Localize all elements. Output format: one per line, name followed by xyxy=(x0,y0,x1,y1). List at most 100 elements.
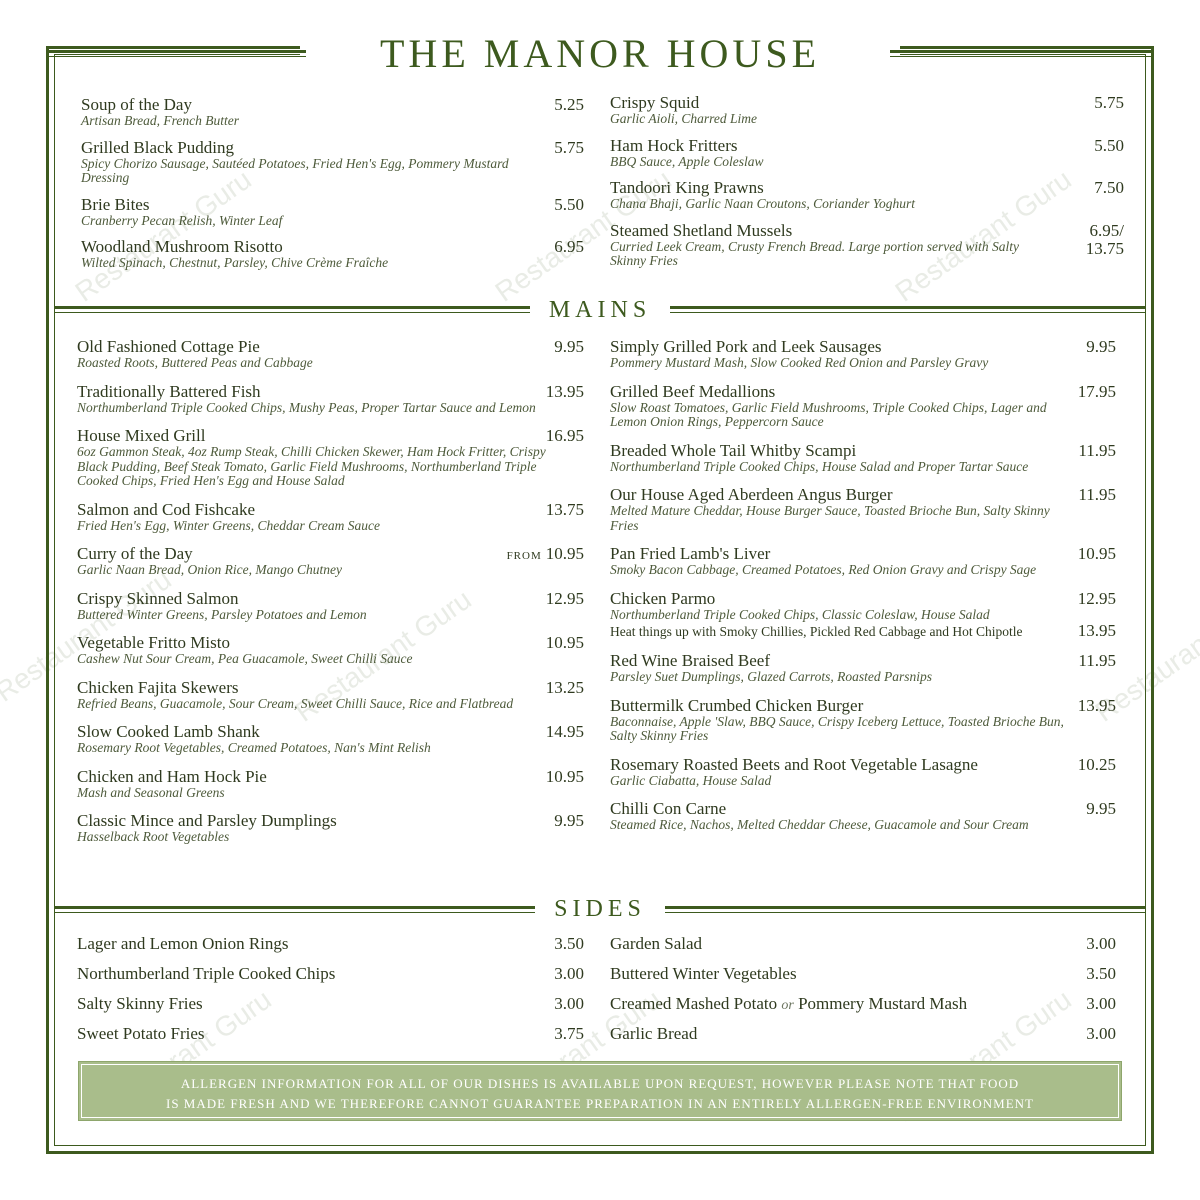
menu-item-description: Curried Leek Cream, Crusty French Bread.… xyxy=(610,238,1019,268)
menu-item: Ham Hock Fritters BBQ Sauce, Apple Colesl… xyxy=(610,135,1124,170)
menu-item: Salmon and Cod Fishcake Fried Hen's Egg, … xyxy=(77,499,584,534)
menu-item-description: Garlic Aioli, Charred Lime xyxy=(610,111,758,126)
side-item-name: Northumberland Triple Cooked Chips xyxy=(77,964,584,984)
side-item: Salty Skinny Fries 3.00 xyxy=(77,994,584,1024)
sides-right-column: Garden Salad 3.00 Buttered Winter Vegetabl… xyxy=(610,934,1116,1054)
price-value: 10.25 xyxy=(1077,754,1116,774)
menu-item-price: 14.95 xyxy=(546,723,584,741)
menu-item: House Mixed Grill 6oz Gammon Steak, 4oz R… xyxy=(77,427,584,489)
menu-item-description: Garlic Ciabatta, House Salad xyxy=(610,772,772,788)
side-item-label: Creamed Mashed Potato xyxy=(610,994,778,1013)
price-value: 7.50 xyxy=(1094,178,1124,197)
menu-item-price: 6.95 xyxy=(554,238,584,256)
menu-item: Brie Bites Cranberry Pecan Relish, Winter… xyxy=(81,194,584,229)
menu-item-price: 7.50 xyxy=(1094,179,1124,197)
side-item-price: 3.00 xyxy=(554,964,584,983)
menu-item-name: Brie Bites xyxy=(81,194,150,214)
menu-item-name: Classic Mince and Parsley Dumplings xyxy=(77,811,337,830)
menu-item-price: 17.95 xyxy=(1077,381,1116,401)
menu-item-price: 5.50 xyxy=(554,195,584,214)
price-value: 5.50 xyxy=(1094,135,1124,155)
menu-item-name: Woodland Mushroom Risotto xyxy=(81,237,283,256)
price-value: 10.95 xyxy=(1077,544,1116,563)
title-rule-right xyxy=(890,50,1154,53)
starters-right-column: Crispy Squid Garlic Aioli, Charred Lime 5.… xyxy=(610,94,1124,279)
menu-item-description: Cashew Nut Sour Cream, Pea Guacamole, Sw… xyxy=(77,651,413,666)
side-item: Garlic Bread 3.00 xyxy=(610,1024,1116,1054)
price-value: 6.95/ 13.75 xyxy=(1085,220,1124,258)
side-item: Garden Salad 3.00 xyxy=(610,934,1116,964)
menu-item-description: Steamed Rice, Nachos, Melted Cheddar Che… xyxy=(610,817,1029,832)
side-item-or: or xyxy=(781,998,794,1013)
sides-heading: SIDES xyxy=(535,894,665,924)
price-value: 17.95 xyxy=(1077,381,1116,401)
menu-item-price: 12.95 xyxy=(1077,588,1116,608)
sides-left-column: Lager and Lemon Onion Rings 3.50 Northumbe… xyxy=(77,934,584,1054)
menu-item-price: 6.95/ 13.75 xyxy=(1080,220,1124,258)
page-title: THE MANOR HOUSE xyxy=(380,31,820,76)
price-value: 14.95 xyxy=(545,722,584,741)
price-value: 5.75 xyxy=(554,137,584,157)
menu-item-price: 5.75 xyxy=(554,137,584,157)
menu-item-price: 9.95 xyxy=(554,812,584,830)
allergen-text: ALLERGEN INFORMATION FOR ALL OF OUR DISH… xyxy=(79,1074,1121,1114)
side-item-name: Garden Salad xyxy=(610,934,1116,954)
menu-item-description: Parsley Suet Dumplings, Glazed Carrots, … xyxy=(610,669,932,684)
allergen-line-2: IS MADE FRESH AND WE THEREFORE CANNOT GU… xyxy=(166,1096,1034,1111)
price-value: 9.95 xyxy=(554,811,584,830)
menu-item-description: 6oz Gammon Steak, 4oz Rump Steak, Chilli… xyxy=(77,444,546,488)
menu-item: Chilli Con Carne Steamed Rice, Nachos, Me… xyxy=(610,800,1116,833)
menu-item-description: Northumberland Triple Cooked Chips, Mush… xyxy=(77,399,536,415)
menu-item-price: 10.95 xyxy=(546,767,584,786)
menu-item-name: Crispy Skinned Salmon xyxy=(77,588,239,608)
menu-item-price: 11.95 xyxy=(1078,486,1116,504)
menu-item-name: Salmon and Cod Fishcake xyxy=(77,499,256,519)
menu-item: Crispy Squid Garlic Aioli, Charred Lime 5.… xyxy=(610,94,1124,127)
menu-item-name: Our House Aged Aberdeen Angus Burger xyxy=(610,485,893,504)
menu-item: Chicken Fajita Skewers Refried Beans, Gua… xyxy=(77,677,584,712)
menu-item-description: Mash and Seasonal Greens xyxy=(77,784,225,800)
menu-item-description: Smoky Bacon Cabbage, Creamed Potatoes, R… xyxy=(610,562,1037,577)
menu-item-name: Simply Grilled Pork and Leek Sausages xyxy=(610,337,882,356)
menu-item-upgrade-price: 13.95 xyxy=(1077,621,1116,640)
price-value: 12.95 xyxy=(1077,588,1116,608)
menu-item: Grilled Black Pudding Spicy Chorizo Sausa… xyxy=(81,137,584,186)
menu-item-name: Breaded Whole Tail Whitby Scampi xyxy=(610,440,857,460)
menu-item-description: Slow Roast Tomatoes, Garlic Field Mushro… xyxy=(610,399,1047,429)
menu-item: Chicken Parmo Northumberland Triple Cooke… xyxy=(610,588,1116,641)
title-rule-left xyxy=(46,50,306,53)
menu-item-price: 11.95 xyxy=(1078,440,1116,460)
price-value: 10.95 xyxy=(545,633,584,652)
menu-item-description: Garlic Naan Bread, Onion Rice, Mango Chu… xyxy=(77,562,342,577)
menu-item: Woodland Mushroom Risotto Wilted Spinach,… xyxy=(81,238,584,271)
price-value: 13.25 xyxy=(545,677,584,697)
menu-item-name: Pan Fried Lamb's Liver xyxy=(610,544,771,563)
menu-item-name: Grilled Beef Medallions xyxy=(610,381,776,401)
menu-item-description: Baconnaise, Apple 'Slaw, BBQ Sauce, Cris… xyxy=(610,713,1064,743)
side-item-label: Sweet Potato Fries xyxy=(77,1024,205,1043)
price-value: 13.95 xyxy=(1077,695,1116,715)
menu-item-description: Spicy Chorizo Sausage, Sautéed Potatoes,… xyxy=(81,155,509,185)
side-item-price: 3.00 xyxy=(1086,994,1116,1013)
menu-item: Vegetable Fritto Misto Cashew Nut Sour Cr… xyxy=(77,634,584,667)
menu-item-price: 12.95 xyxy=(546,589,584,608)
side-item: Lager and Lemon Onion Rings 3.50 xyxy=(77,934,584,964)
menu-item-description: Melted Mature Cheddar, House Burger Sauc… xyxy=(610,503,1050,533)
title-banner: THE MANOR HOUSE xyxy=(300,28,900,80)
menu-item-price: 5.50 xyxy=(1094,135,1124,155)
menu-item-price: 10.95 xyxy=(546,634,584,652)
menu-item-name: Crispy Squid xyxy=(610,93,700,112)
menu-item-description: BBQ Sauce, Apple Coleslaw xyxy=(610,153,764,169)
side-item-label: Northumberland Triple Cooked Chips xyxy=(77,964,336,983)
menu-item: Tandoori King Prawns Chana Bhaji, Garlic … xyxy=(610,179,1124,212)
price-value: 9.95 xyxy=(1086,799,1116,818)
menu-item-description: Hasselback Root Vegetables xyxy=(77,829,230,844)
side-item-name: Garlic Bread xyxy=(610,1024,1116,1044)
price-prefix: FROM xyxy=(506,550,542,562)
side-item-price: 3.75 xyxy=(554,1024,584,1043)
menu-item-name: Chicken Fajita Skewers xyxy=(77,677,239,697)
menu-item-price: 13.75 xyxy=(546,500,584,519)
menu-item: Grilled Beef Medallions Slow Roast Tomato… xyxy=(610,381,1116,430)
price-value: 11.95 xyxy=(1078,440,1116,460)
price-value: 6.95 xyxy=(554,237,584,256)
